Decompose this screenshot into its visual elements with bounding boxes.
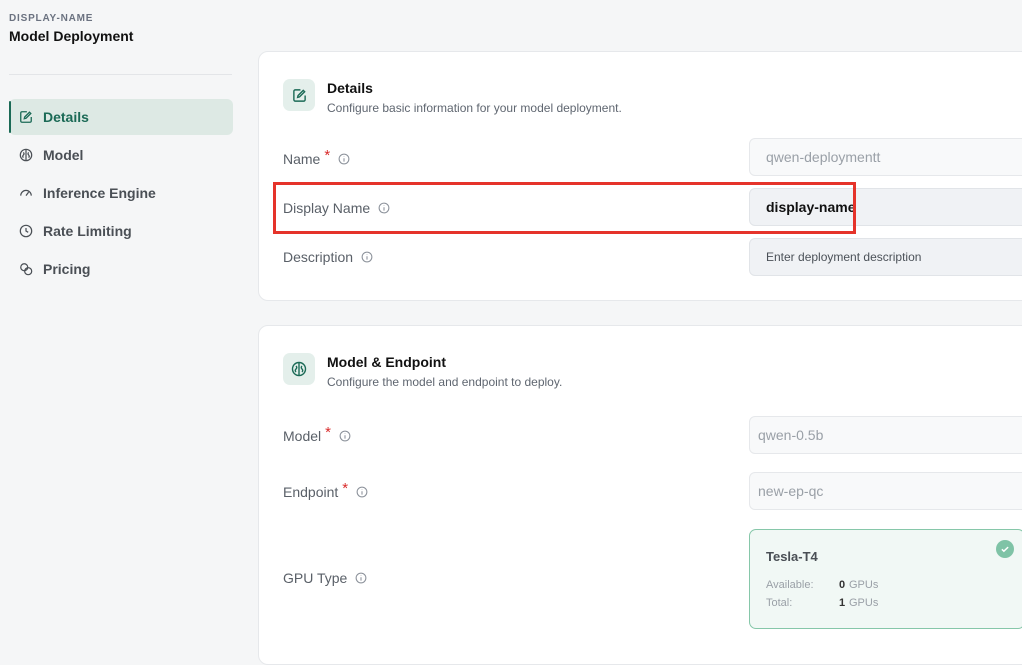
gpu-available-value: 0: [839, 579, 846, 591]
sidebar: DISPLAY-NAME Model Deployment Details Mo…: [0, 0, 242, 648]
check-icon: [996, 540, 1014, 558]
gpu-name: Tesla-T4: [766, 549, 818, 564]
description-input[interactable]: Enter deployment description: [749, 238, 1022, 276]
coins-icon: [17, 260, 35, 278]
clock-icon: [17, 222, 35, 240]
edit-icon: [17, 108, 35, 126]
info-icon[interactable]: [361, 251, 373, 263]
sidebar-item-pricing[interactable]: Pricing: [9, 251, 233, 287]
section-title: Model & Endpoint: [327, 354, 446, 370]
sidebar-item-inference-engine[interactable]: Inference Engine: [9, 175, 233, 211]
info-icon[interactable]: [355, 572, 367, 584]
sidebar-eyebrow: DISPLAY-NAME: [9, 13, 94, 24]
name-label: Name *: [283, 147, 350, 167]
sidebar-item-label: Rate Limiting: [43, 223, 132, 239]
required-mark: *: [324, 147, 331, 164]
sidebar-item-label: Details: [43, 109, 89, 125]
field-label: Endpoint: [283, 483, 339, 500]
model-label: Model *: [283, 424, 351, 444]
field-label: Display Name: [283, 200, 371, 216]
sidebar-item-details[interactable]: Details: [9, 99, 233, 135]
sidebar-divider: [9, 74, 232, 75]
sidebar-item-label: Model: [43, 147, 84, 163]
info-icon[interactable]: [378, 202, 390, 214]
gpu-available: Available: 0 GPUs: [766, 579, 878, 591]
info-icon[interactable]: [338, 153, 350, 165]
info-icon[interactable]: [356, 486, 368, 498]
field-label: Model: [283, 427, 322, 444]
sidebar-title: Model Deployment: [9, 28, 134, 44]
details-card: Details Configure basic information for …: [258, 51, 1022, 301]
gpu-total-value: 1: [839, 597, 846, 609]
sidebar-item-label: Pricing: [43, 261, 91, 277]
display-name-label: Display Name: [283, 200, 390, 216]
gpu-total-label: Total:: [766, 597, 793, 609]
gpu-option-card[interactable]: Tesla-T4 Available: 0 GPUs Total: 1 GPUs: [749, 529, 1022, 629]
required-mark: *: [342, 480, 349, 497]
gpu-unit: GPUs: [849, 579, 879, 591]
edit-icon: [283, 79, 315, 111]
sidebar-item-rate-limiting[interactable]: Rate Limiting: [9, 213, 233, 249]
field-label: Name: [283, 150, 321, 167]
brain-icon: [283, 353, 315, 385]
field-label: GPU Type: [283, 570, 348, 586]
gauge-icon: [17, 184, 35, 202]
model-endpoint-card: Model & Endpoint Configure the model and…: [258, 325, 1022, 665]
section-subtitle: Configure basic information for your mod…: [327, 101, 622, 115]
gpu-total: Total: 1 GPUs: [766, 597, 878, 609]
sidebar-item-label: Inference Engine: [43, 185, 156, 201]
info-icon[interactable]: [339, 430, 351, 442]
endpoint-label: Endpoint *: [283, 480, 368, 500]
section-subtitle: Configure the model and endpoint to depl…: [327, 375, 563, 389]
name-field: qwen-deploymentt: [749, 138, 1022, 176]
gpu-unit: GPUs: [849, 597, 879, 609]
field-label: Description: [283, 249, 354, 265]
required-mark: *: [325, 424, 331, 441]
model-endpoint-header: Model & Endpoint Configure the model and…: [283, 353, 562, 389]
details-header: Details Configure basic information for …: [283, 79, 622, 115]
sidebar-nav: Details Model Inference Engine Rate Limi…: [9, 99, 233, 289]
brain-icon: [17, 146, 35, 164]
description-label: Description: [283, 249, 373, 265]
gpu-type-label: GPU Type: [283, 570, 367, 586]
section-title: Details: [327, 80, 373, 96]
display-name-input[interactable]: display-name: [749, 188, 1022, 226]
model-field: qwen-0.5b: [749, 416, 1022, 454]
gpu-available-label: Available:: [766, 579, 814, 591]
endpoint-field: new-ep-qc: [749, 472, 1022, 510]
sidebar-item-model[interactable]: Model: [9, 137, 233, 173]
